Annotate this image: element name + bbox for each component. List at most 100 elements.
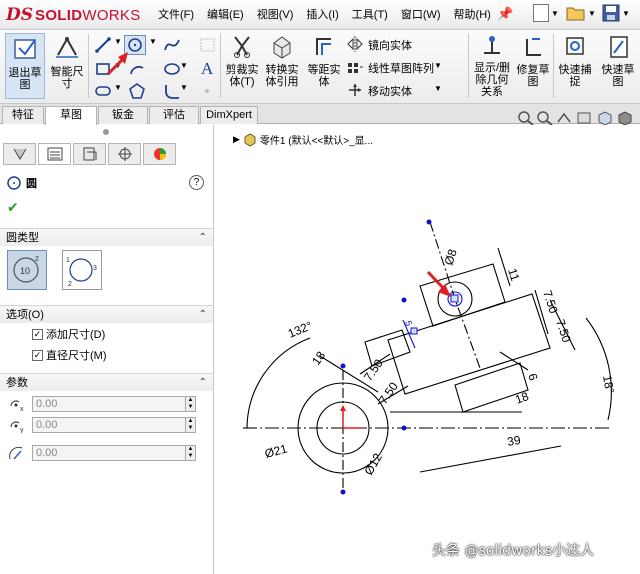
ok-check-button[interactable]: ✔ [7, 199, 19, 216]
slot-icon[interactable] [94, 82, 112, 100]
chevron-down-icon[interactable]: ▼ [114, 83, 122, 92]
mirror-icon[interactable] [346, 35, 364, 53]
spline-icon[interactable] [163, 36, 181, 54]
dim-diameter-21[interactable]: Ø21 [263, 441, 289, 460]
text-icon[interactable]: A [198, 59, 216, 77]
chevron-down-icon[interactable]: ▼ [180, 83, 188, 92]
dim-angle-18[interactable]: 18° [600, 374, 617, 394]
help-button[interactable]: ? [189, 175, 204, 190]
menu-view[interactable]: 视图(V) [257, 6, 294, 22]
property-manager-tab[interactable] [38, 143, 71, 165]
center-y-spinner[interactable]: ▲ ▼ [186, 417, 196, 433]
dim-diameter-8[interactable]: Ø8 [442, 247, 460, 267]
save-button[interactable]: ▼ [602, 4, 630, 22]
polygon-icon[interactable] [128, 82, 146, 100]
display-relations-button[interactable]: 显示/删除几何关系 [472, 33, 512, 98]
tab-dimxpert[interactable]: DimXpert [200, 106, 258, 124]
diameter-dimension-checkbox[interactable]: ✓ 直径尺寸(M) [32, 347, 107, 363]
dim-diameter-12[interactable]: Ø12 [361, 451, 385, 478]
tab-sheet-metal[interactable]: 钣金 [98, 106, 148, 124]
toolbar-separator [553, 34, 554, 98]
configuration-manager-tab[interactable] [73, 143, 106, 165]
smart-dimension-button[interactable]: 智能尺寸 [48, 33, 86, 90]
options-section-header[interactable]: 选项(O) ⌃ [0, 305, 213, 323]
fillet-icon[interactable] [163, 82, 181, 100]
menu-help[interactable]: 帮助(H) [454, 6, 491, 22]
rapid-sketch-icon [610, 36, 628, 58]
quick-snaps-button[interactable]: 快速捕捉 [556, 33, 594, 88]
solidworks-logo[interactable]: DS SOLIDWORKS [6, 4, 141, 26]
collapse-icon: ⌃ [198, 232, 207, 243]
dim-angle-132[interactable]: 132° [286, 318, 314, 340]
tab-features[interactable]: 特征 [2, 106, 44, 124]
feature-manager-tab[interactable] [3, 143, 36, 165]
dimxpert-manager-tab[interactable] [108, 143, 141, 165]
new-document-button[interactable]: ▼ [533, 4, 559, 22]
checkbox-checked[interactable]: ✓ [32, 328, 43, 340]
plane-icon[interactable] [199, 36, 217, 54]
ellipse-icon[interactable] [163, 60, 181, 78]
mirror-entities-label[interactable]: 镜向实体 [368, 37, 412, 53]
dim-7-50-c[interactable]: 7.50 [361, 356, 386, 383]
center-y-input[interactable]: 0.00 [32, 417, 186, 433]
svg-text:2: 2 [68, 281, 72, 287]
dim-5[interactable]: 5 [403, 319, 414, 327]
menu-tools[interactable]: 工具(T) [352, 6, 388, 22]
zoom-to-area-icon[interactable] [535, 110, 555, 126]
center-circle-button[interactable]: 10 2 [7, 250, 47, 290]
add-dimension-checkbox[interactable]: ✓ 添加尺寸(D) [32, 326, 105, 342]
parameters-section-header[interactable]: 参数 ⌃ [0, 373, 213, 391]
dim-6[interactable]: 6 [525, 372, 540, 383]
center-x-spinner[interactable]: ▲ ▼ [186, 396, 196, 412]
chevron-down-icon[interactable]: ▼ [180, 61, 188, 70]
linear-pattern-label[interactable]: 线性草图阵列 [368, 60, 434, 76]
circle-type-section-header[interactable]: 圆类型 ⌃ [0, 228, 213, 246]
repair-sketch-button[interactable]: 修复草图 [516, 33, 550, 88]
move-entities-icon[interactable] [346, 81, 364, 99]
dim-7-50-a[interactable]: 7.50 [540, 289, 561, 316]
chevron-down-icon[interactable]: ▼ [114, 37, 122, 46]
panel-resize-handle[interactable] [103, 129, 109, 135]
open-document-button[interactable]: ▼ [566, 4, 596, 22]
linear-pattern-icon[interactable] [346, 58, 364, 76]
chevron-down-icon[interactable]: ▼ [434, 84, 442, 93]
chevron-down-icon[interactable]: ▼ [434, 61, 442, 70]
zoom-to-fit-icon[interactable] [517, 110, 535, 126]
display-style-icon[interactable] [615, 110, 635, 126]
point-icon[interactable] [198, 82, 216, 100]
center-x-input[interactable]: 0.00 [32, 396, 186, 412]
move-entities-label[interactable]: 移动实体 [368, 83, 412, 99]
feature-tree-icon [13, 148, 26, 160]
dim-18-left[interactable]: 18 [309, 348, 328, 367]
dim-7-50-b[interactable]: 7.50 [553, 318, 574, 345]
dim-line-6 [499, 351, 529, 371]
convert-entities-button[interactable]: 转换实体引用 [262, 33, 302, 88]
tab-sketch[interactable]: 草图 [45, 106, 97, 125]
chevron-down-icon[interactable]: ▼ [149, 37, 157, 46]
sketch-canvas[interactable]: 132° 18° Ø8 Ø21 Ø12 11 7.50 7.50 7.50 7.… [215, 125, 640, 574]
quick-snaps-icon [566, 37, 584, 55]
previous-view-icon[interactable] [555, 110, 575, 126]
exit-sketch-button[interactable]: 退出草图 [5, 33, 45, 99]
menu-window[interactable]: 窗口(W) [401, 6, 441, 22]
trim-entities-button[interactable]: 剪裁实体(T) [224, 33, 260, 88]
pin-icon[interactable]: 📌 [497, 6, 513, 22]
menu-file[interactable]: 文件(F) [158, 6, 194, 22]
radius-input[interactable]: 0.00 [32, 445, 186, 461]
toolbar-separator [468, 34, 469, 98]
section-view-icon[interactable] [575, 110, 595, 126]
radius-spinner[interactable]: ▲ ▼ [186, 445, 196, 461]
add-dimension-label: 添加尺寸(D) [46, 329, 106, 341]
perimeter-circle-button[interactable]: 1 3 2 [62, 250, 102, 290]
view-orientation-icon[interactable] [595, 110, 615, 126]
dim-18-right[interactable]: 18 [513, 389, 531, 407]
checkbox-checked[interactable]: ✓ [32, 349, 43, 361]
menu-insert[interactable]: 插入(I) [306, 6, 338, 22]
dim-39[interactable]: 39 [506, 433, 522, 449]
brand-name-bold: SOLID [35, 6, 83, 24]
display-manager-tab[interactable] [143, 143, 176, 165]
menu-edit[interactable]: 编辑(E) [207, 6, 244, 22]
tab-evaluate[interactable]: 评估 [149, 106, 199, 124]
offset-entities-button[interactable]: 等距实体 [306, 33, 342, 88]
rapid-sketch-button[interactable]: 快速草图 [598, 33, 638, 88]
